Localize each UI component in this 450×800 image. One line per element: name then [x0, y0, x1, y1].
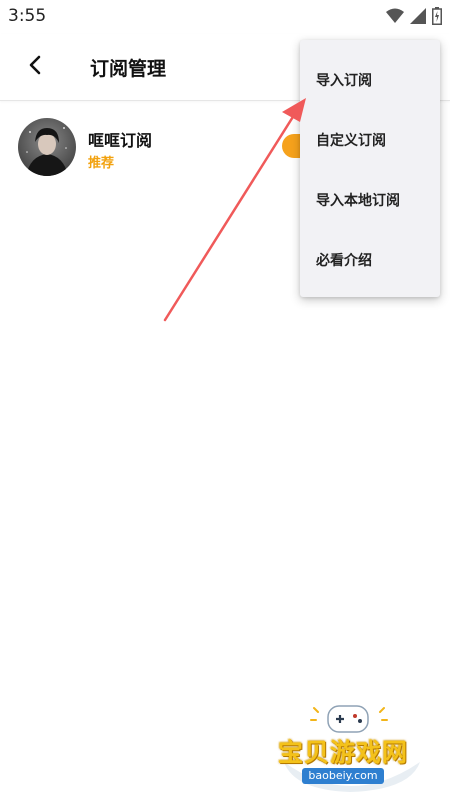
page-title: 订阅管理: [90, 58, 167, 80]
status-bar: 3:55: [0, 0, 450, 34]
back-button[interactable]: [20, 50, 50, 80]
menu-item-import-local-subscription[interactable]: 导入本地订阅: [300, 170, 440, 230]
recommend-badge: 推荐: [88, 156, 115, 171]
menu-item-custom-subscription[interactable]: 自定义订阅: [300, 110, 440, 170]
subscription-name: 哐哐订阅: [88, 131, 153, 150]
menu-item-must-read-intro[interactable]: 必看介绍: [300, 230, 440, 290]
watermark-url: baobeiy.com: [302, 768, 384, 784]
chevron-left-icon: [29, 55, 41, 75]
screen: 3:55 订阅管理 哐哐订阅 推荐 导入订阅 自定义订阅 导入本地订阅 必看介绍…: [0, 0, 450, 800]
wifi-icon: [386, 8, 404, 23]
status-icons: [386, 7, 442, 25]
avatar: [18, 118, 76, 176]
overflow-menu: 导入订阅 自定义订阅 导入本地订阅 必看介绍: [300, 40, 440, 297]
battery-icon: [432, 7, 442, 25]
watermark-title: 宝贝游戏网: [278, 738, 409, 767]
menu-item-import-subscription[interactable]: 导入订阅: [300, 50, 440, 110]
status-time: 3:55: [8, 6, 47, 26]
watermark-logo: 宝贝游戏网 baobeiy.com: [270, 700, 430, 796]
signal-icon: [410, 8, 426, 24]
